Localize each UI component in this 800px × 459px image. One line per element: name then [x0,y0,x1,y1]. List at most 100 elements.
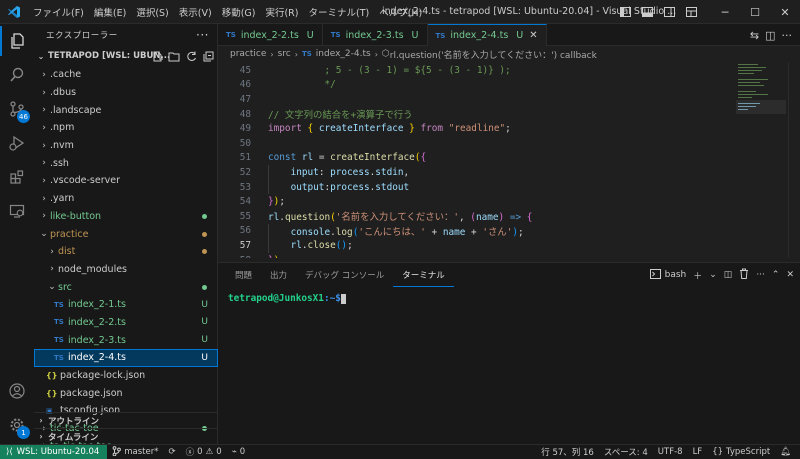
panel-tab[interactable]: デバッグ コンソール [296,263,393,287]
code-line[interactable]: 51 const rl = createInterface({ [218,151,758,166]
tree-item[interactable]: › node_modules [34,261,218,279]
more-actions-icon[interactable]: ··· [756,270,765,280]
tree-item[interactable]: › .landscape [34,101,218,119]
menu-item[interactable]: 選択(S) [131,5,173,19]
code-line[interactable]: 48 // 文字列の結合を+演算子で行う [218,107,758,122]
code-token: process [330,181,370,193]
tree-item[interactable]: {} package-lock.json [34,367,218,385]
breadcrumb-item[interactable]: rl.question('名前を入力してください：') callback [390,48,597,61]
tree-item[interactable]: ⌄ src [34,278,218,296]
maximize-panel-icon[interactable]: ⌃ [772,270,780,280]
terminal-shell-selector[interactable]: bash [649,268,686,282]
menu-item[interactable]: 編集(E) [89,5,131,19]
tree-item[interactable]: TS index_2-1.ts U [34,296,218,314]
tree-item[interactable]: › .vscode-server [34,172,218,190]
cursor-position[interactable]: 行 57、列 16 [536,446,599,458]
code-line[interactable]: 54}); [218,194,758,209]
tree-item[interactable]: › like-button [34,208,218,226]
layout-toggle-panel-icon[interactable] [636,0,658,24]
code-line[interactable]: 58}); [218,253,758,258]
breadcrumb-item[interactable]: src [278,49,291,59]
menu-item[interactable]: ファイル(F) [28,5,89,19]
tree-item[interactable]: ⌄ practice [34,225,218,243]
tree-item[interactable]: TS index_2-4.ts U [34,349,218,367]
minimize-button[interactable]: ─ [710,0,740,24]
terminal-output[interactable]: tetrapod@JunkosX1:~$ [228,293,346,304]
tree-item[interactable]: › .dbus [34,84,218,102]
code-line[interactable]: 45 ; 5 - (3 - 1) = ${5 - (3 - 1)} ); [218,63,758,78]
tree-item[interactable]: › .ssh [34,154,218,172]
extensions-icon[interactable] [0,162,34,192]
new-file-icon[interactable] [151,49,163,63]
tree-item[interactable]: {} package.json [34,384,218,402]
maximize-button[interactable]: ☐ [740,0,770,24]
editor-tab[interactable]: TS index_2-2.ts U [218,24,323,46]
editor-tab[interactable]: TS index_2-4.ts U ✕ [427,24,547,46]
chevron-down-icon[interactable]: ⌄ [709,270,717,280]
remote-explorer-icon[interactable] [0,196,34,226]
editor-tab[interactable]: TS index_2-3.ts U [323,24,428,46]
breadcrumb-item[interactable]: index_2-4.ts [316,49,371,59]
layout-toggle-secondary-icon[interactable] [658,0,680,24]
menu-item[interactable]: 移動(G) [217,5,261,19]
code-line[interactable]: 47 [218,92,758,107]
accounts-icon[interactable] [0,376,34,406]
tree-item[interactable]: › .npm [34,119,218,137]
code-line[interactable]: 52 input: process.stdin, [218,165,758,180]
menu-item[interactable]: ターミナル(T) [303,5,374,19]
tree-item[interactable]: › dist [34,243,218,261]
notifications-icon[interactable]: 🔔︎ [775,447,796,457]
layout-toggle-sidebar-icon[interactable] [614,0,636,24]
code-line[interactable]: 55 rl.question('名前を入力してください：', (name) => … [218,209,758,224]
code-line[interactable]: 46 */ [218,78,758,93]
collapse-all-icon[interactable] [202,49,214,63]
indentation[interactable]: スペース: 4 [599,446,653,458]
new-folder-icon[interactable] [168,49,180,63]
tree-item[interactable]: › .yarn [34,190,218,208]
more-actions-icon[interactable]: ··· [782,29,793,42]
new-terminal-icon[interactable]: ＋ [693,269,702,282]
code-line[interactable]: 56 console.log('こんにちは、' + name + 'さん'); [218,224,758,239]
language-mode[interactable]: {} TypeScript [707,447,775,457]
editor-scrollbar[interactable] [788,62,800,258]
timeline-section[interactable]: › タイムライン [34,428,218,444]
sync-icon[interactable]: ⟳ [164,447,181,457]
code-line[interactable]: 49 import { createInterface } from "readl… [218,121,758,136]
menu-item[interactable]: 表示(V) [174,5,217,19]
minimap[interactable] [736,62,786,258]
code-editor[interactable]: 45 ; 5 - (3 - 1) = ${5 - (3 - 1)} ); 46 *… [218,62,800,258]
remote-indicator[interactable]: ⟩⟨ WSL: Ubuntu-20.04 [0,444,108,459]
end-of-line[interactable]: LF [688,447,708,457]
code-line[interactable]: 57 rl.close(); [218,238,758,253]
panel-tab[interactable]: 問題 [226,263,261,287]
workspace-root[interactable]: ⌄ TETRAPOD [WSL: UBUN... [34,46,218,66]
split-editor-icon[interactable]: ◫ [765,29,775,42]
breadcrumb-item[interactable]: practice [230,49,266,59]
panel-tab[interactable]: 出力 [261,263,296,287]
close-tab-icon[interactable]: ✕ [529,30,537,41]
menu-item[interactable]: 実行(R) [260,5,303,19]
more-actions-icon[interactable]: ··· [196,28,209,42]
search-icon[interactable] [0,60,34,90]
tree-item[interactable]: TS index_2-3.ts U [34,331,218,349]
code-line[interactable]: 53 output:process.stdout [218,180,758,195]
trash-icon[interactable] [739,268,749,282]
encoding[interactable]: UTF-8 [653,447,688,457]
explorer-icon[interactable] [0,26,34,56]
outline-section[interactable]: › アウトライン [34,412,218,428]
tree-item[interactable]: › .cache [34,66,218,84]
tree-item[interactable]: TS index_2-2.ts U [34,314,218,332]
refresh-icon[interactable] [185,49,197,63]
compare-changes-icon[interactable]: ⇆ [750,29,759,42]
split-terminal-icon[interactable]: ◫ [724,270,733,280]
close-button[interactable]: ✕ [770,0,800,24]
problems-status[interactable]: ⓧ 0 ⚠ 0 [181,446,227,458]
panel-tab[interactable]: ターミナル [393,263,454,287]
close-panel-icon[interactable]: ✕ [786,270,794,280]
customize-layout-icon[interactable] [680,0,702,24]
tree-item[interactable]: › .nvm [34,137,218,155]
ports-status[interactable]: ⌁ 0 [227,447,251,457]
run-debug-icon[interactable] [0,128,34,158]
code-line[interactable]: 50 [218,136,758,151]
git-branch[interactable]: master* [107,445,163,459]
